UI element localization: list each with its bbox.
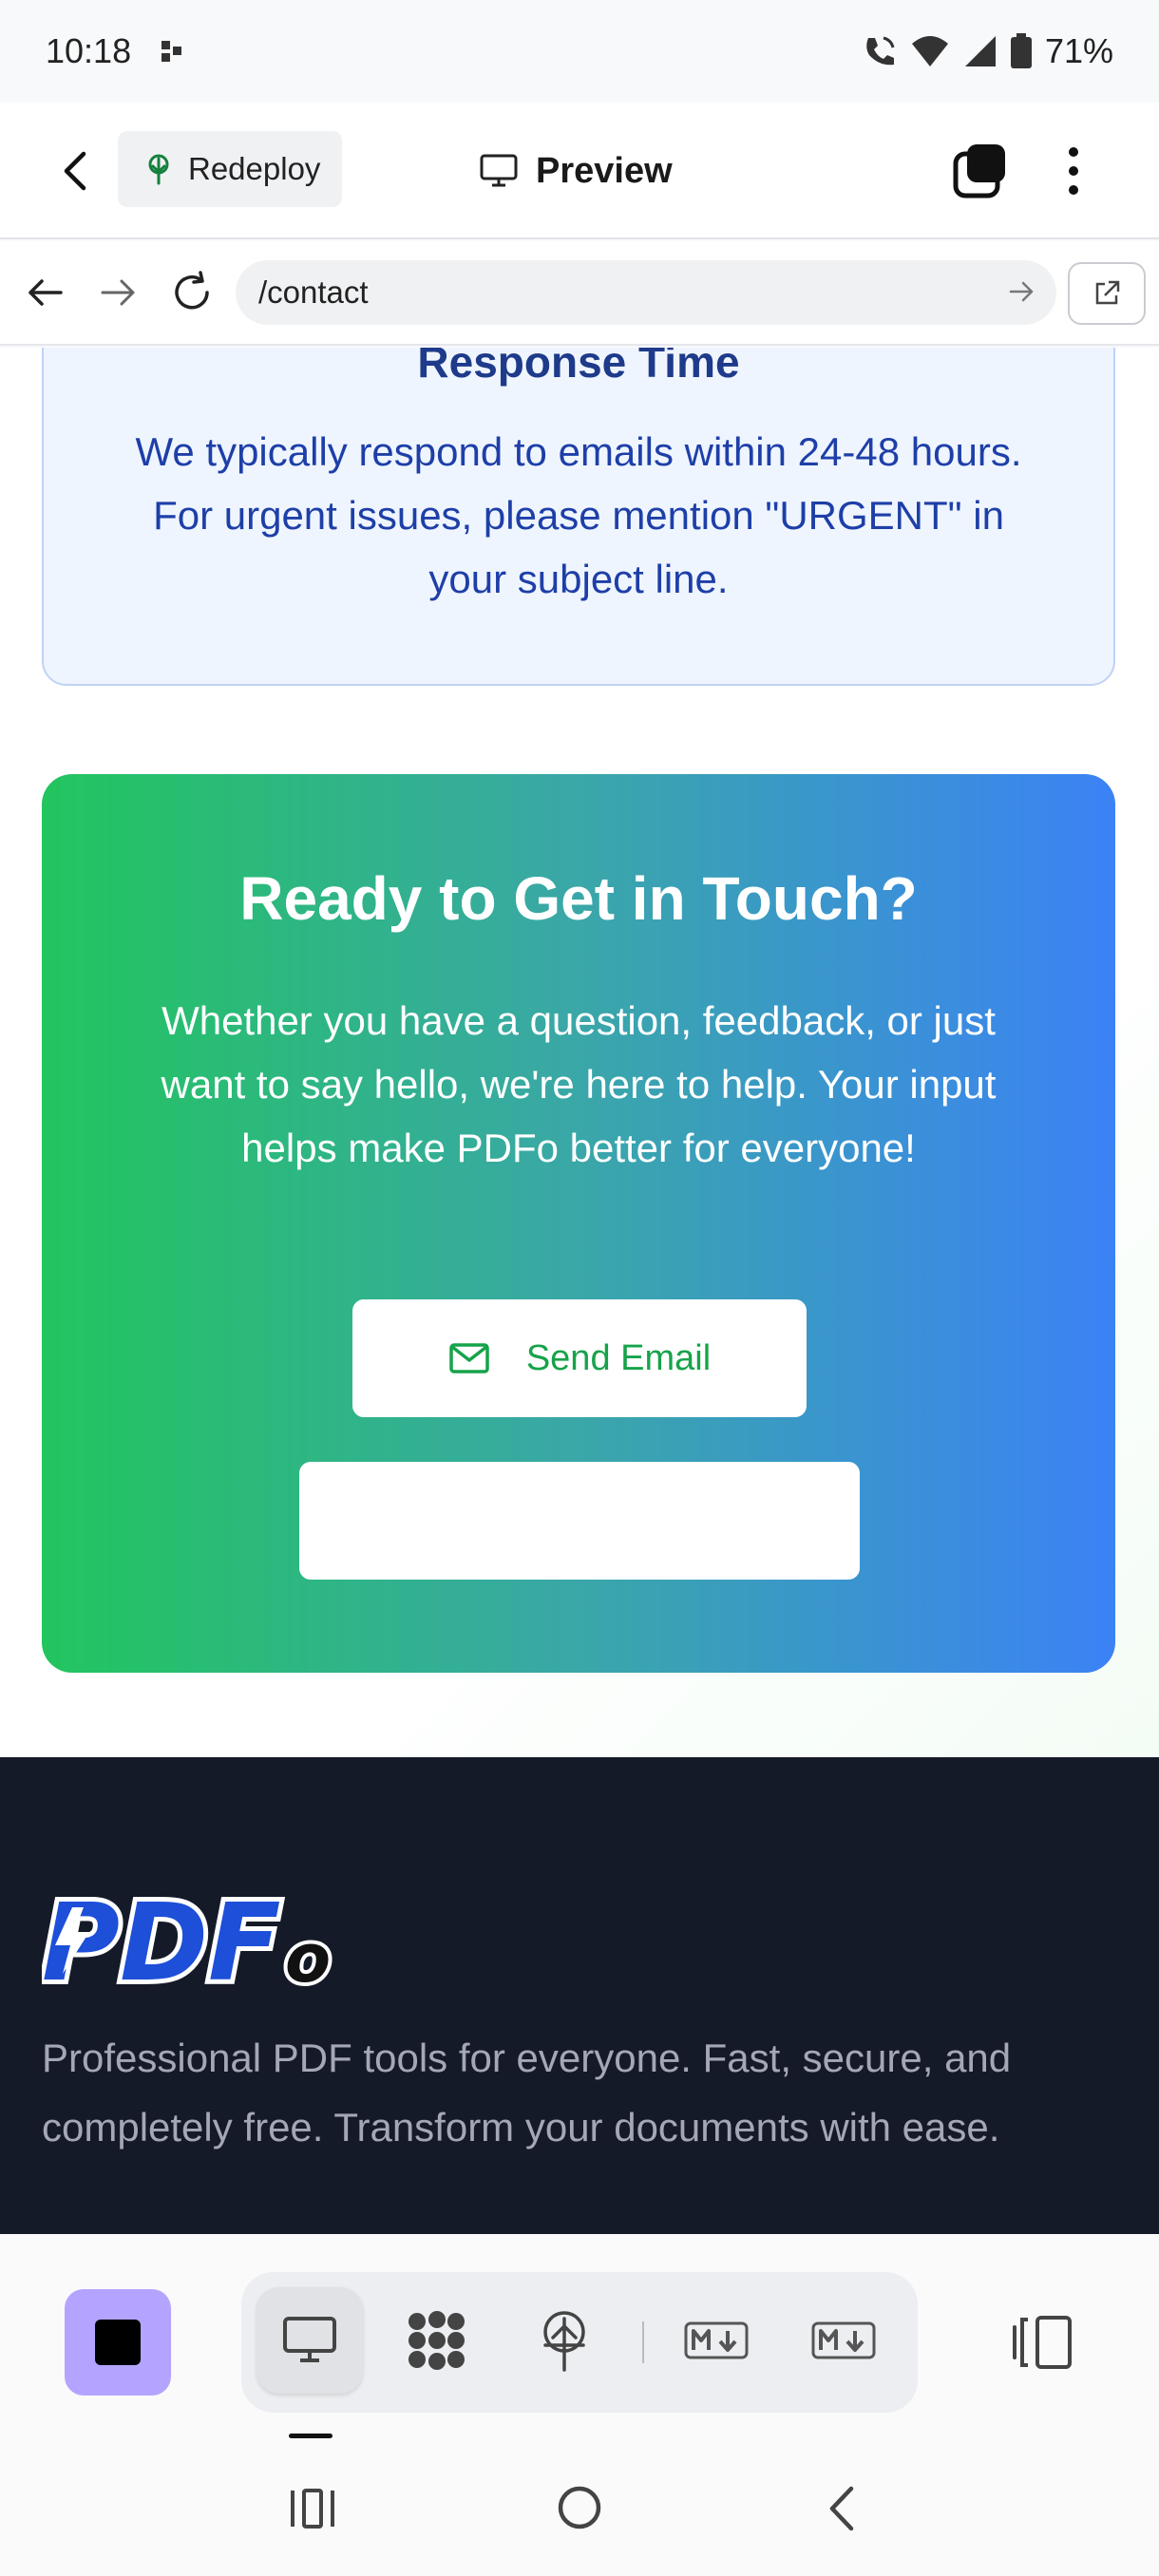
cell-signal-icon xyxy=(964,36,996,66)
active-mode-indicator xyxy=(289,2434,332,2438)
redeploy-label: Redeploy xyxy=(188,151,321,186)
url-text: /contact xyxy=(258,275,369,310)
monitor-icon xyxy=(283,2317,336,2362)
chevron-left-icon[interactable] xyxy=(53,144,99,198)
mode-components[interactable] xyxy=(384,2287,490,2394)
grid-blobs-icon xyxy=(408,2311,465,2370)
battery-percent: 71% xyxy=(1044,31,1113,70)
notification-dots-icon xyxy=(162,41,182,62)
send-email-label: Send Email xyxy=(525,1337,712,1378)
system-nav-bar xyxy=(0,2443,1159,2576)
url-bar: /contact xyxy=(0,241,1159,346)
recent-apps-icon[interactable] xyxy=(289,2487,336,2530)
toolbar-divider xyxy=(642,2321,644,2363)
cta-text: Whether you have a question, feedback, o… xyxy=(161,998,997,1170)
more-vertical-icon[interactable] xyxy=(1060,142,1087,199)
monitor-icon xyxy=(480,154,518,187)
response-time-card: Response Time We typically respond to em… xyxy=(42,348,1115,686)
split-view-icon[interactable] xyxy=(1007,2314,1075,2371)
response-time-text: We typically respond to emails within 24… xyxy=(135,429,1022,601)
arrow-go-icon[interactable] xyxy=(1007,277,1036,306)
preview-title: Preview xyxy=(479,141,673,201)
open-external-button[interactable] xyxy=(1068,262,1146,325)
status-bar: 10:18 71% xyxy=(0,0,1159,103)
app-header: Redeploy Preview xyxy=(0,103,1159,239)
web-content: Response Time We typically respond to em… xyxy=(0,348,1159,2234)
mail-icon xyxy=(449,1343,489,1373)
tree-upload-icon xyxy=(543,2311,585,2372)
reload-icon[interactable] xyxy=(169,270,215,315)
wifi-calling-icon xyxy=(866,36,895,66)
url-input[interactable]: /contact xyxy=(236,260,1056,325)
response-time-title: Response Time xyxy=(417,348,740,387)
view-mode-group xyxy=(241,2272,918,2413)
tabs-icon[interactable] xyxy=(952,142,1009,199)
wifi-icon xyxy=(911,36,948,66)
page-title: Preview xyxy=(536,150,673,191)
footer-description: Professional PDF tools for everyone. Fas… xyxy=(42,2036,1012,2150)
bottom-toolbar xyxy=(0,2234,1159,2443)
mode-markdown-1[interactable] xyxy=(663,2287,770,2394)
send-email-button[interactable]: Send Email xyxy=(352,1299,807,1417)
cta-title: Ready to Get in Touch? xyxy=(239,864,918,933)
markdown-download-icon xyxy=(684,2321,749,2359)
markdown-download-icon xyxy=(811,2321,876,2359)
contact-cta-card: Ready to Get in Touch? Whether you have … xyxy=(42,774,1115,1673)
tree-icon xyxy=(148,154,169,185)
arrow-forward-icon[interactable] xyxy=(95,270,141,315)
battery-icon xyxy=(1010,33,1032,68)
redeploy-button[interactable]: Redeploy xyxy=(118,131,342,207)
stop-button[interactable] xyxy=(65,2289,171,2396)
site-footer: PDF PDF o Professional PDF tools for eve… xyxy=(0,1757,1159,2234)
svg-text:o: o xyxy=(285,1920,331,1993)
mode-markdown-2[interactable] xyxy=(790,2287,897,2394)
pdfo-logo[interactable]: PDF PDF o xyxy=(42,1886,346,1993)
home-icon[interactable] xyxy=(555,2483,604,2532)
secondary-button[interactable] xyxy=(299,1462,860,1580)
mode-preview[interactable] xyxy=(256,2287,363,2394)
status-time: 10:18 xyxy=(46,31,132,70)
arrow-back-icon[interactable] xyxy=(23,270,68,315)
mode-deploy[interactable] xyxy=(511,2287,618,2394)
back-icon[interactable] xyxy=(823,2485,861,2532)
stop-icon xyxy=(95,2320,141,2365)
open-external-icon xyxy=(1095,280,1120,305)
